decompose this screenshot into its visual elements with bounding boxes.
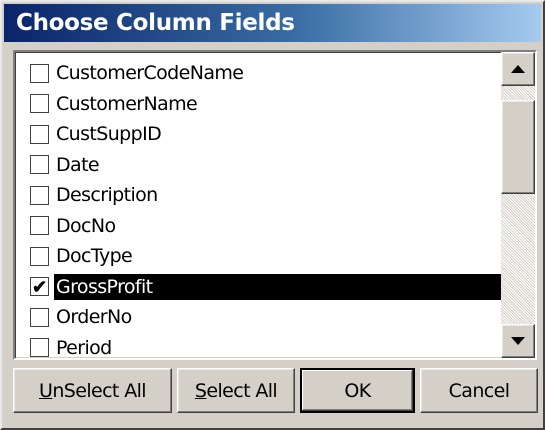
- down-arrow-icon: [511, 337, 525, 345]
- select-all-button[interactable]: Select All: [177, 368, 295, 413]
- field-label: GrossProfit: [54, 273, 501, 300]
- field-label: DocType: [56, 245, 133, 267]
- dialog-title: Choose Column Fields: [16, 10, 295, 36]
- field-checkbox[interactable]: [30, 338, 49, 357]
- field-item-doctype[interactable]: DocType: [18, 241, 501, 271]
- field-label: CustSuppID: [56, 123, 162, 145]
- field-label: OrderNo: [56, 306, 132, 328]
- field-checkbox[interactable]: ✔: [30, 277, 49, 296]
- up-arrow-icon: [511, 65, 525, 73]
- column-fields-list[interactable]: CustomerCodeName CustomerName CustSuppID Da…: [13, 50, 537, 360]
- cancel-label: Cancel: [448, 379, 510, 402]
- field-list-viewport: CustomerCodeName CustomerName CustSuppID Da…: [15, 52, 501, 358]
- scroll-up-button[interactable]: [501, 52, 535, 86]
- field-label: Description: [56, 184, 158, 206]
- checkmark-icon: ✔: [31, 276, 48, 297]
- field-checkbox[interactable]: [30, 155, 49, 174]
- scroll-thumb[interactable]: [501, 100, 535, 194]
- field-checkbox[interactable]: [30, 216, 49, 235]
- choose-column-fields-dialog: Choose Column Fields CustomerCodeName Cus…: [0, 0, 545, 430]
- field-label: Period: [56, 336, 112, 359]
- field-item-description[interactable]: Description: [18, 180, 501, 210]
- field-item-docno[interactable]: DocNo: [18, 211, 501, 241]
- cancel-button[interactable]: Cancel: [420, 368, 538, 413]
- scroll-down-button[interactable]: [501, 324, 535, 358]
- field-label: CustomerName: [56, 92, 198, 115]
- field-checkbox[interactable]: [30, 185, 49, 205]
- field-item-grossprofit[interactable]: ✔ GrossProfit: [18, 272, 501, 302]
- field-item-period[interactable]: Period: [18, 333, 501, 359]
- unselect-all-label: nSelect All: [52, 379, 146, 402]
- field-checkbox[interactable]: [30, 94, 49, 113]
- field-checkbox[interactable]: [30, 307, 49, 327]
- field-item-customercodename[interactable]: CustomerCodeName: [18, 58, 501, 88]
- select-all-mnemonic: S: [194, 379, 207, 402]
- title-bar[interactable]: Choose Column Fields: [4, 4, 541, 42]
- field-label: DocNo: [56, 214, 116, 237]
- unselect-all-mnemonic: U: [39, 379, 53, 402]
- field-checkbox[interactable]: [30, 246, 49, 266]
- field-label: CustomerCodeName: [56, 62, 244, 84]
- field-item-orderno[interactable]: OrderNo: [18, 302, 501, 332]
- field-checkbox[interactable]: [30, 124, 49, 144]
- field-label: Date: [56, 153, 100, 176]
- field-checkbox[interactable]: [30, 63, 49, 83]
- ok-button[interactable]: OK: [300, 368, 415, 413]
- field-item-custsuppid[interactable]: CustSuppID: [18, 119, 501, 149]
- unselect-all-button[interactable]: UnSelect All: [13, 368, 172, 413]
- select-all-label: elect All: [206, 379, 278, 402]
- vertical-scrollbar[interactable]: [501, 52, 535, 358]
- field-item-customername[interactable]: CustomerName: [18, 89, 501, 119]
- field-item-date[interactable]: Date: [18, 150, 501, 180]
- ok-label: OK: [344, 379, 371, 402]
